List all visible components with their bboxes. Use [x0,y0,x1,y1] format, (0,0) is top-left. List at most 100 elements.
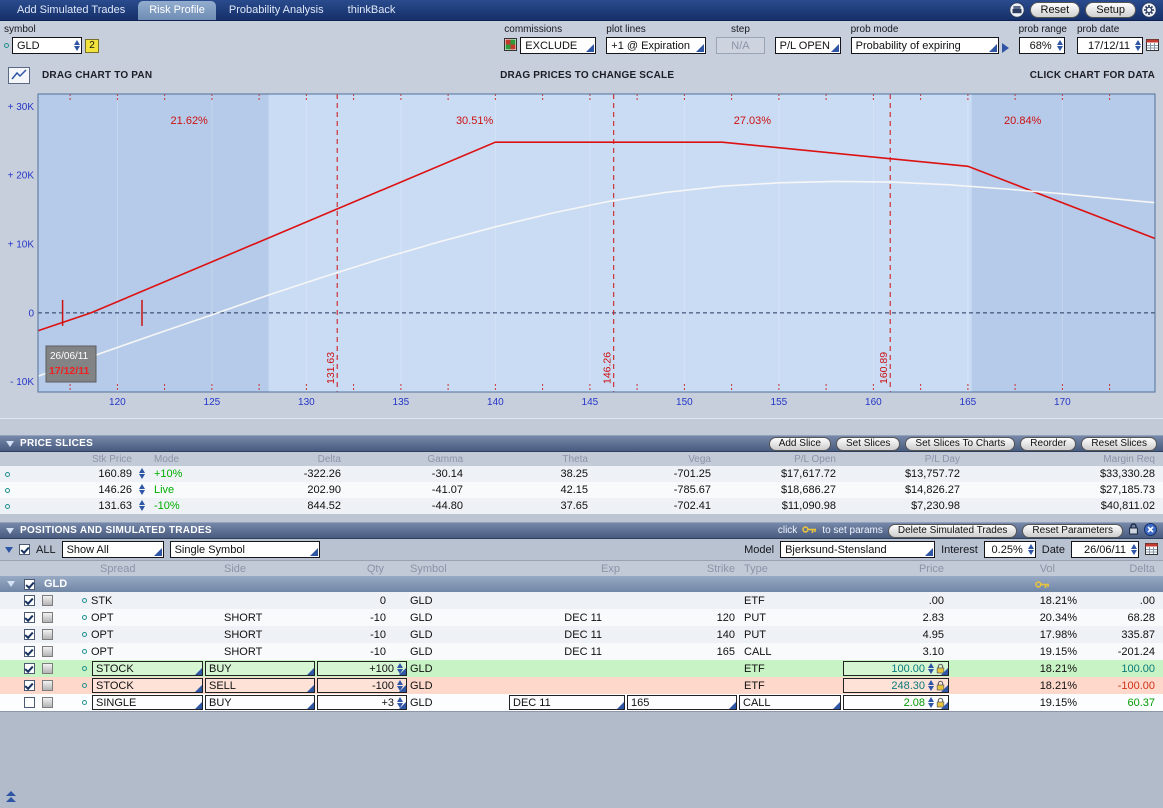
price-slices-table: 160.89 +10% -322.26-30.1438.25-701.25$17… [0,466,1163,514]
qty-input[interactable]: +3 [317,695,407,710]
all-checkbox[interactable] [19,544,30,555]
row-options-button[interactable] [42,595,53,606]
gear-icon[interactable] [1141,2,1157,18]
type-value: CALL [744,646,772,658]
set-params-key-icon[interactable] [802,525,817,537]
row-options-button[interactable] [42,612,53,623]
expand-right-icon[interactable] [1002,43,1009,53]
positions-header: POSITIONS AND SIMULATED TRADES click to … [0,522,1163,539]
price-input[interactable]: 2.08 [843,695,949,710]
chart-toolbar: DRAG CHART TO PAN DRAG PRICES TO CHANGE … [0,62,1163,88]
reset-parameters-button[interactable]: Reset Parameters [1022,524,1123,538]
tab-add-simulated-trades[interactable]: Add Simulated Trades [6,1,136,20]
slice-mode[interactable]: +10% [146,466,202,482]
spinner[interactable] [928,680,934,691]
symbol-input[interactable]: GLD [12,37,82,54]
side-combo[interactable]: SELL [205,678,315,693]
lock-icon[interactable] [1128,523,1139,538]
chart-canvas[interactable]: 131.63146.26160.8921.62%30.51%27.03%20.8… [0,88,1163,418]
calendar-icon[interactable] [1145,542,1158,558]
collapse-icon[interactable] [6,528,14,534]
slice-price-input[interactable]: 146.26 [28,482,146,498]
risk-profile-chart[interactable]: 131.63146.26160.8921.62%30.51%27.03%20.8… [0,88,1163,418]
row-options-button[interactable] [42,646,53,657]
symbol-group-row[interactable]: GLD [0,576,1163,592]
spinner[interactable] [139,468,145,479]
qty-input[interactable]: +100 [317,661,407,676]
spread-combo[interactable]: SINGLE [92,695,203,710]
slice-mode[interactable]: Live [146,482,202,498]
side-combo[interactable]: BUY [205,661,315,676]
panel-splitter[interactable] [0,418,1163,435]
reset-button[interactable]: Reset [1030,2,1081,18]
slice-mode[interactable]: -10% [146,498,202,514]
tab-risk-profile[interactable]: Risk Profile [138,1,216,20]
filter-symbol-mode-select[interactable]: Single Symbol [170,541,320,558]
row-checkbox[interactable] [24,680,35,691]
set-slices-button[interactable]: Set Slices [836,437,900,451]
slice-price-input[interactable]: 131.63 [28,498,146,514]
row-options-button[interactable] [42,680,53,691]
tab-thinkback[interactable]: thinkBack [337,1,407,20]
slices-column-p-l-day: P/L Day [838,452,962,466]
group-checkbox[interactable] [24,579,35,590]
layout-grid-icon[interactable] [504,38,517,54]
prob-range-input[interactable]: 68% [1019,37,1065,54]
spread-combo[interactable]: STOCK [92,678,203,693]
collapse-icon[interactable] [6,441,14,447]
row-checkbox[interactable] [24,612,35,623]
close-icon[interactable] [1144,523,1157,539]
slices-column-delta: Delta [202,452,343,466]
interest-input[interactable]: 0.25% [984,541,1036,558]
prob-mode-select[interactable]: Probability of expiring [851,37,999,54]
price-input[interactable]: 248.30 [843,678,949,693]
group-params-key-icon[interactable] [1035,580,1050,592]
spread-combo[interactable]: STOCK [92,661,203,676]
strike-combo[interactable]: 165 [627,695,737,710]
model-select[interactable]: Bjerksund-Stensland [780,541,935,558]
prob-mode-label: prob mode [851,24,1009,35]
calendar-icon[interactable] [1146,38,1159,54]
row-options-button[interactable] [42,697,53,708]
trade-date-input[interactable]: 26/06/11 [1071,541,1139,558]
position-bullet-icon [82,700,87,705]
qty-input[interactable]: -100 [317,678,407,693]
slice-price-input[interactable]: 160.89 [28,466,146,482]
y-axis-label: 0 [28,308,34,319]
scroll-up-icon[interactable] [6,790,16,803]
plot-lines-select[interactable]: +1 @ Expiration [606,37,706,54]
row-checkbox[interactable] [24,646,35,657]
linked-count-badge[interactable]: 2 [85,39,99,53]
pl-display-select[interactable]: P/L OPEN [775,37,841,54]
side-combo[interactable]: BUY [205,695,315,710]
exp-combo[interactable]: DEC 11 [509,695,625,710]
spinner[interactable] [139,500,145,511]
commissions-select[interactable]: EXCLUDE [520,37,596,54]
row-checkbox[interactable] [24,595,35,606]
row-checkbox[interactable] [24,629,35,640]
filter-show-all-select[interactable]: Show All [62,541,164,558]
delete-simulated-trades-button[interactable]: Delete Simulated Trades [888,524,1018,538]
tab-probability-analysis[interactable]: Probability Analysis [218,1,335,20]
spinner[interactable] [928,663,934,674]
collapse-icon[interactable] [5,547,13,553]
set-slices-to-charts-button[interactable]: Set Slices To Charts [905,437,1015,451]
type-value: PUT [744,629,766,641]
price-input[interactable]: 100.00 [843,661,949,676]
collapse-icon[interactable] [7,581,15,587]
reorder-button[interactable]: Reorder [1020,437,1076,451]
y-axis-label: + 30K [8,102,35,113]
chart-style-button[interactable] [8,67,30,84]
type-combo[interactable]: CALL [739,695,841,710]
spinner[interactable] [928,697,934,708]
row-checkbox[interactable] [24,697,35,708]
row-options-button[interactable] [42,629,53,640]
reset-slices-button[interactable]: Reset Slices [1081,437,1157,451]
prob-date-input[interactable]: 17/12/11 [1077,37,1143,54]
add-slice-button[interactable]: Add Slice [769,437,831,451]
setup-button[interactable]: Setup [1085,2,1136,18]
spinner[interactable] [139,484,145,495]
print-icon[interactable] [1009,2,1025,18]
row-options-button[interactable] [42,663,53,674]
row-checkbox[interactable] [24,663,35,674]
